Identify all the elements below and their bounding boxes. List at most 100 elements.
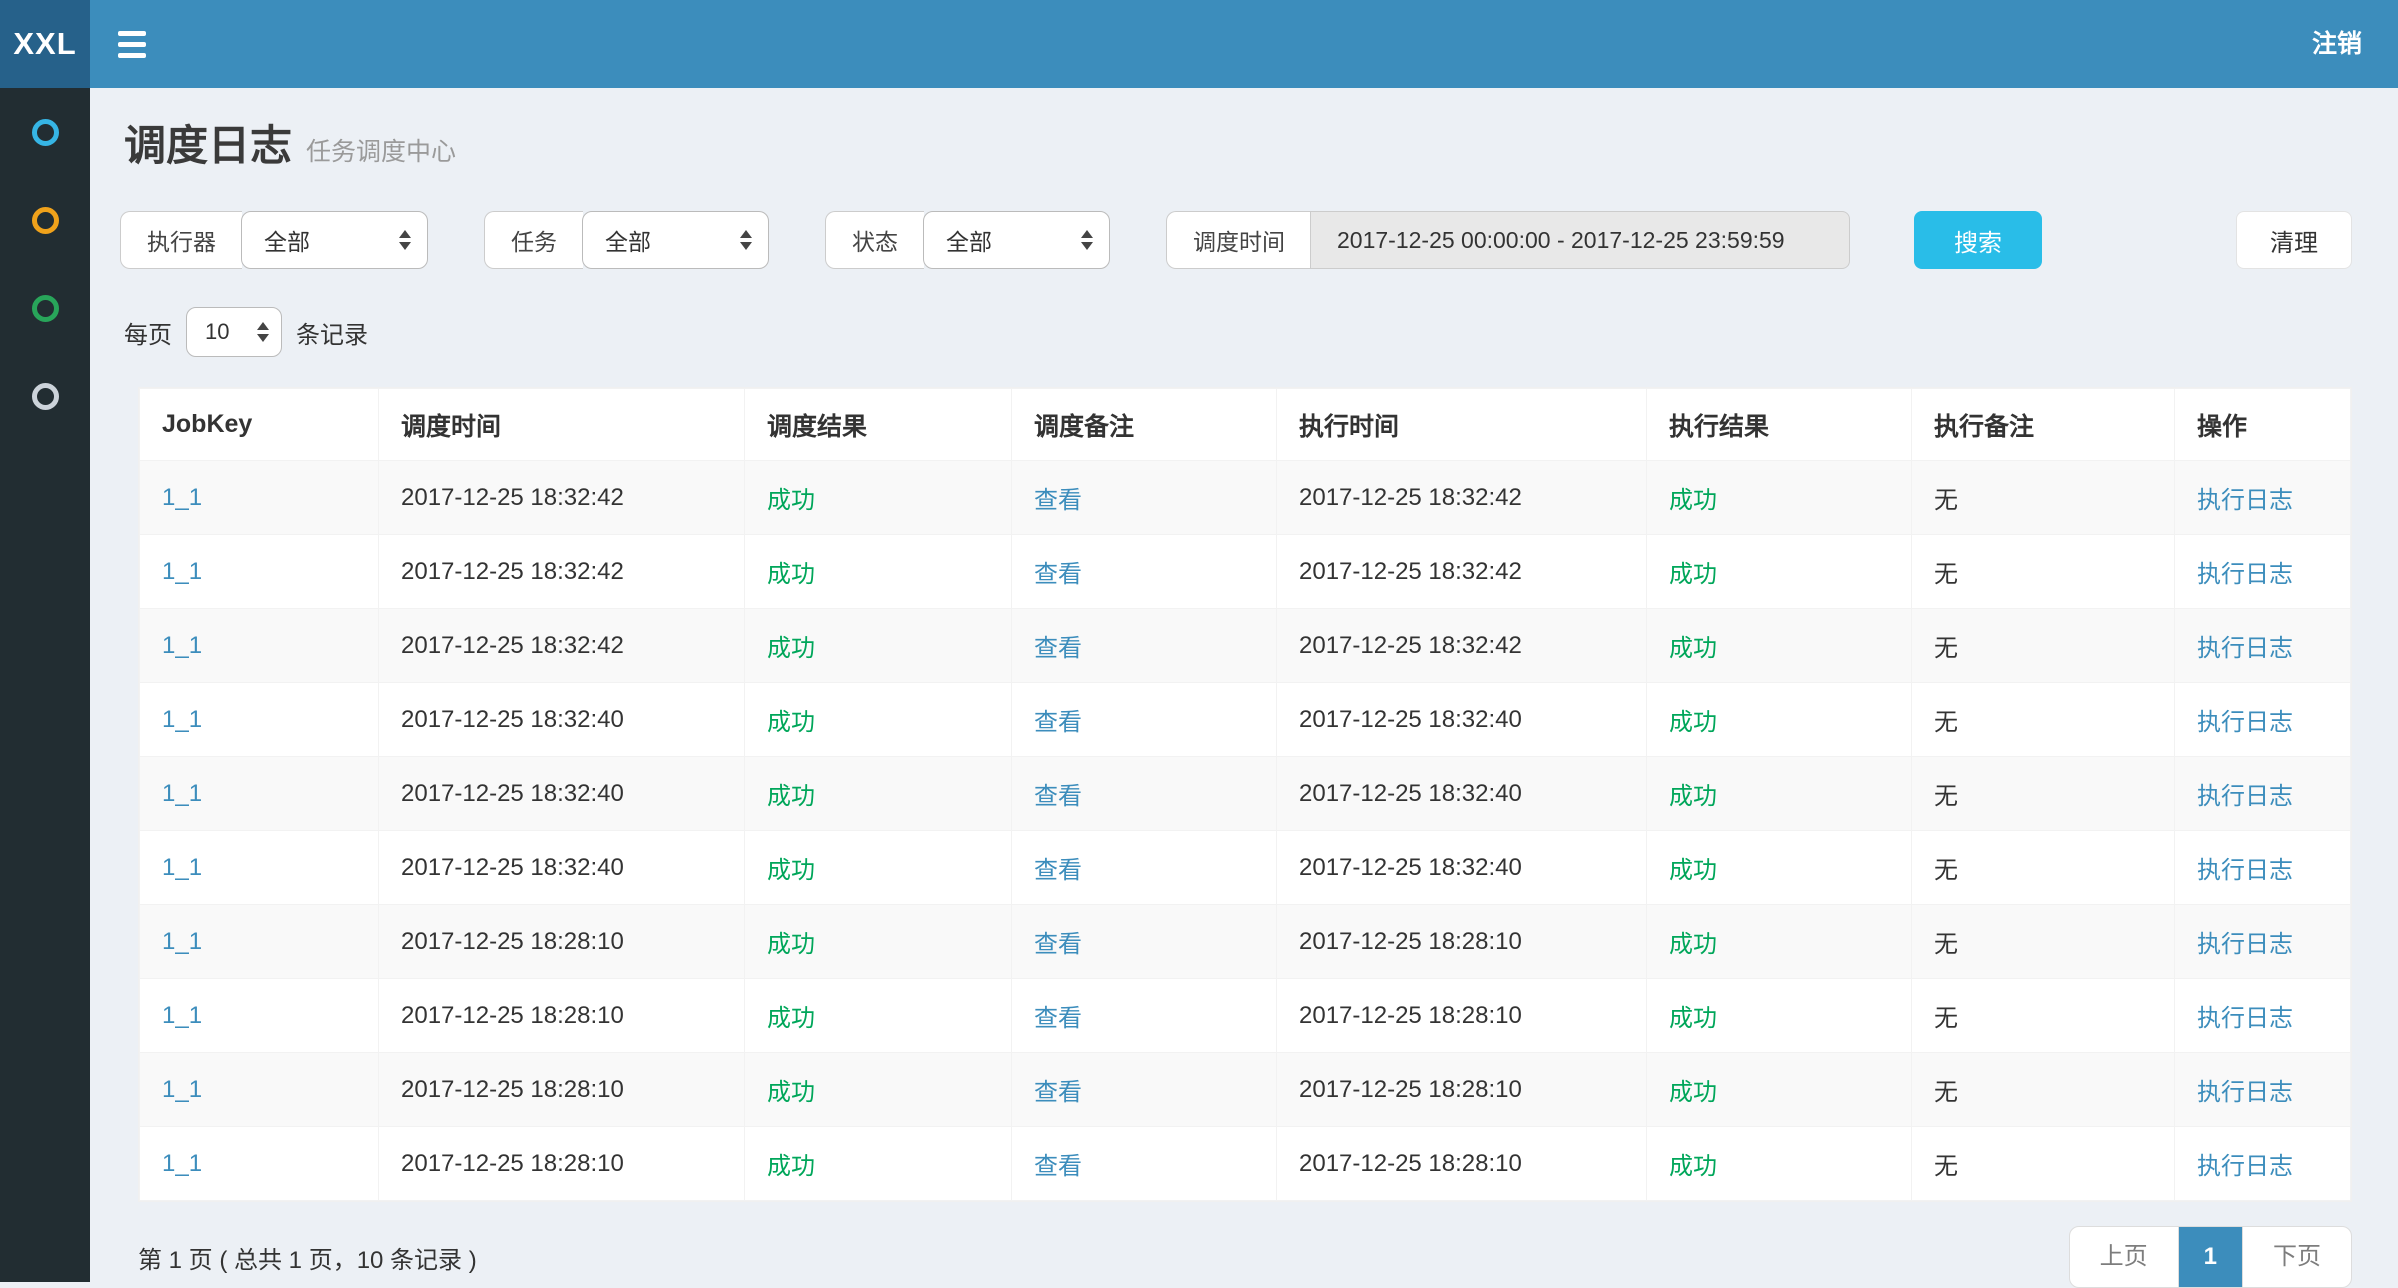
handle-result: 成功 (1669, 709, 1717, 736)
sidebar-item[interactable] (0, 88, 90, 176)
status-filter-group: 状态 全部 (825, 211, 1110, 269)
trigger-time-cell: 2017-12-25 18:32:40 (379, 831, 745, 905)
handle-time-cell: 2017-12-25 18:28:10 (1277, 979, 1647, 1053)
trigger-msg-link[interactable]: 查看 (1034, 635, 1082, 662)
trigger-result: 成功 (767, 1079, 815, 1106)
trigger-msg-link[interactable]: 查看 (1034, 1153, 1082, 1180)
exec-log-link[interactable]: 执行日志 (2197, 931, 2293, 958)
handle-result: 成功 (1669, 857, 1717, 884)
job-key-link[interactable]: 1_1 (162, 632, 202, 659)
next-page-button[interactable]: 下页 (2242, 1227, 2351, 1287)
table-row: 1_12017-12-25 18:28:10成功查看2017-12-25 18:… (140, 1053, 2351, 1127)
handle-result: 成功 (1669, 931, 1717, 958)
column-header: 执行结果 (1647, 389, 1912, 461)
sidebar-item[interactable] (0, 176, 90, 264)
exec-log-link[interactable]: 执行日志 (2197, 561, 2293, 588)
trigger-time-cell: 2017-12-25 18:28:10 (379, 1127, 745, 1201)
exec-log-link[interactable]: 执行日志 (2197, 1079, 2293, 1106)
job-key-link[interactable]: 1_1 (162, 928, 202, 955)
clear-button[interactable]: 清理 (2236, 211, 2352, 269)
table-header-row: JobKey调度时间调度结果调度备注执行时间执行结果执行备注操作 (140, 389, 2351, 461)
trigger-msg-link-cell: 查看 (1012, 979, 1277, 1053)
job-key-link[interactable]: 1_1 (162, 1002, 202, 1029)
trigger-msg-link-cell: 查看 (1012, 609, 1277, 683)
sidebar-item[interactable] (0, 264, 90, 352)
time-filter-label: 调度时间 (1166, 211, 1311, 269)
job-key-link[interactable]: 1_1 (162, 854, 202, 881)
job-key-link-cell: 1_1 (140, 461, 379, 535)
job-key-link[interactable]: 1_1 (162, 780, 202, 807)
trigger-time: 2017-12-25 18:28:10 (401, 928, 624, 955)
time-range-input[interactable]: 2017-12-25 00:00:00 - 2017-12-25 23:59:5… (1310, 211, 1850, 269)
trigger-msg-link[interactable]: 查看 (1034, 931, 1082, 958)
exec-log-link[interactable]: 执行日志 (2197, 783, 2293, 810)
job-select[interactable]: 全部 (582, 211, 769, 269)
handle-result: 成功 (1669, 1079, 1717, 1106)
handle-msg: 无 (1934, 709, 1958, 736)
executor-select[interactable]: 全部 (241, 211, 428, 269)
trigger-time: 2017-12-25 18:32:42 (401, 632, 624, 659)
job-key-link[interactable]: 1_1 (162, 1076, 202, 1103)
trigger-msg-link[interactable]: 查看 (1034, 487, 1082, 514)
exec-log-link[interactable]: 执行日志 (2197, 635, 2293, 662)
handle-result-cell: 成功 (1647, 683, 1912, 757)
trigger-time: 2017-12-25 18:32:42 (401, 484, 624, 511)
exec-log-link[interactable]: 执行日志 (2197, 857, 2293, 884)
exec-log-link[interactable]: 执行日志 (2197, 709, 2293, 736)
page-size-prefix: 每页 (124, 315, 172, 350)
job-filter-group: 任务 全部 (484, 211, 769, 269)
trigger-result: 成功 (767, 857, 815, 884)
status-select[interactable]: 全部 (923, 211, 1110, 269)
trigger-msg-link[interactable]: 查看 (1034, 1079, 1082, 1106)
trigger-msg-link-cell: 查看 (1012, 535, 1277, 609)
exec-log-link-cell: 执行日志 (2175, 905, 2351, 979)
current-page-button[interactable]: 1 (2178, 1227, 2242, 1287)
trigger-msg-link[interactable]: 查看 (1034, 783, 1082, 810)
select-caret-icon (399, 230, 411, 250)
trigger-msg-link[interactable]: 查看 (1034, 709, 1082, 736)
exec-log-link[interactable]: 执行日志 (2197, 487, 2293, 514)
trigger-time-cell: 2017-12-25 18:32:42 (379, 535, 745, 609)
job-key-link-cell: 1_1 (140, 535, 379, 609)
job-key-link-cell: 1_1 (140, 905, 379, 979)
column-header: 执行备注 (1912, 389, 2175, 461)
handle-result: 成功 (1669, 1153, 1717, 1180)
exec-log-link[interactable]: 执行日志 (2197, 1153, 2293, 1180)
sidebar-item[interactable] (0, 352, 90, 440)
handle-result-cell: 成功 (1647, 831, 1912, 905)
column-header: 操作 (2175, 389, 2351, 461)
select-caret-icon (740, 230, 752, 250)
exec-log-link-cell: 执行日志 (2175, 979, 2351, 1053)
handle-time: 2017-12-25 18:28:10 (1299, 928, 1522, 955)
handle-time-cell: 2017-12-25 18:32:42 (1277, 609, 1647, 683)
job-key-link[interactable]: 1_1 (162, 706, 202, 733)
job-key-link[interactable]: 1_1 (162, 1150, 202, 1177)
trigger-result-cell: 成功 (745, 535, 1012, 609)
trigger-result-cell: 成功 (745, 683, 1012, 757)
page-size-bar: 每页 10 条记录 (120, 307, 2352, 357)
trigger-msg-link-cell: 查看 (1012, 831, 1277, 905)
job-key-link[interactable]: 1_1 (162, 558, 202, 585)
search-button[interactable]: 搜索 (1914, 211, 2042, 269)
table-row: 1_1 2017-12-25 18:28:10 成功 查看 2017-12-25 18:… (140, 905, 2351, 979)
trigger-result: 成功 (767, 783, 815, 810)
handle-msg-cell: 无 (1912, 535, 2175, 609)
sidebar-toggle-button[interactable] (90, 0, 174, 88)
trigger-time: 2017-12-25 18:32:40 (401, 706, 624, 733)
trigger-msg-link-cell: 查看 (1012, 757, 1277, 831)
prev-page-button[interactable]: 上页 (2070, 1227, 2178, 1287)
handle-msg-cell: 无 (1912, 905, 2175, 979)
trigger-msg-link[interactable]: 查看 (1034, 1005, 1082, 1032)
handle-time-cell: 2017-12-25 18:28:10 (1277, 905, 1647, 979)
trigger-msg-link[interactable]: 查看 (1034, 561, 1082, 588)
handle-result-cell: 成功 (1647, 609, 1912, 683)
table-row: 1_12017-12-25 18:32:42成功查看2017-12-25 18:… (140, 461, 2351, 535)
job-key-link[interactable]: 1_1 (162, 484, 202, 511)
logout-link[interactable]: 注销 (2276, 0, 2398, 88)
trigger-msg-link[interactable]: 查看 (1034, 857, 1082, 884)
page-size-select[interactable]: 10 (186, 307, 282, 357)
handle-time-cell: 2017-12-25 18:32:40 (1277, 831, 1647, 905)
handle-msg-cell: 无 (1912, 609, 2175, 683)
app-logo[interactable]: XXL (0, 0, 90, 88)
exec-log-link[interactable]: 执行日志 (2197, 1005, 2293, 1032)
